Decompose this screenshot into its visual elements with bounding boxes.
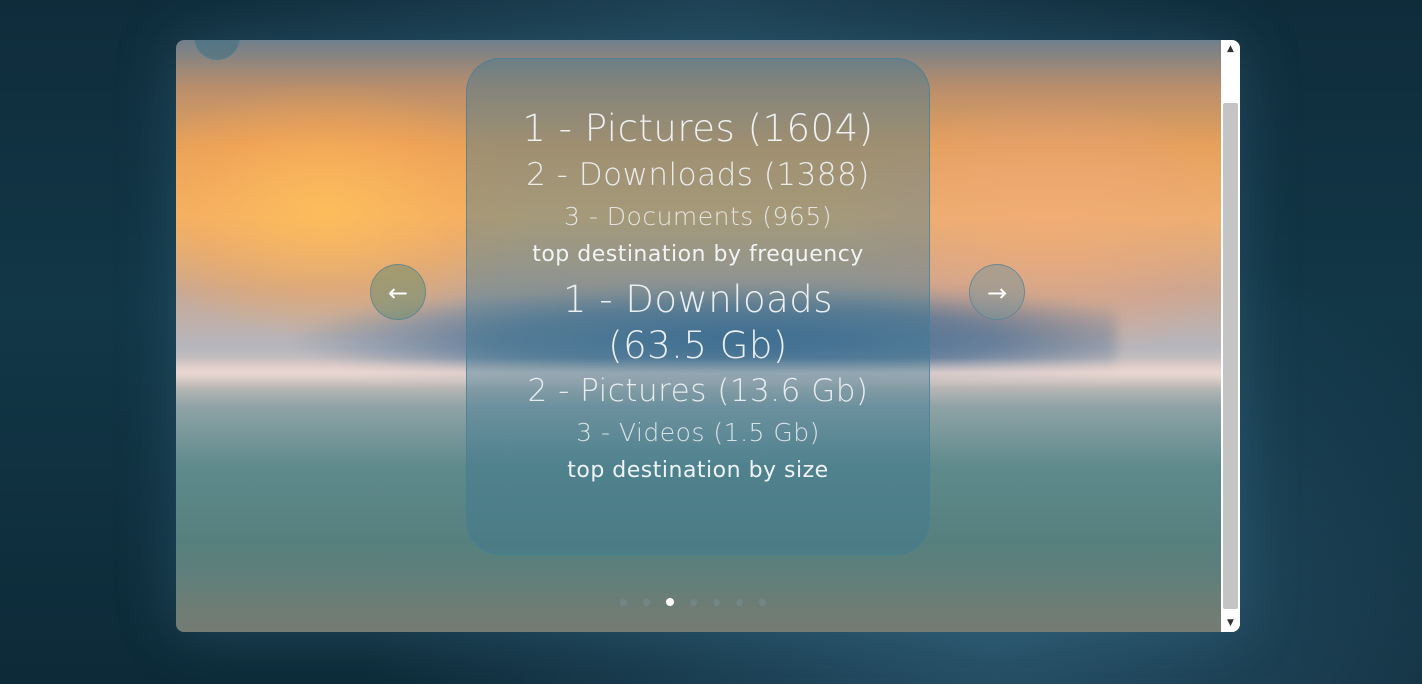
pagination-dot[interactable] [690, 598, 697, 606]
vertical-scrollbar[interactable]: ▲ ▼ [1221, 40, 1240, 632]
arrow-right-icon: → [986, 279, 1008, 307]
pagination-dot[interactable] [666, 598, 674, 606]
pagination-dot[interactable] [643, 598, 650, 606]
pagination-dot[interactable] [736, 598, 743, 606]
previous-slide-button[interactable]: ← [370, 264, 426, 320]
carousel-frame: 1 - Pictures (1604) 2 - Downloads (1388)… [176, 40, 1240, 632]
size-rank-2: 2 - Pictures (13.6 Gb) [527, 373, 869, 409]
background-image: 1 - Pictures (1604) 2 - Downloads (1388)… [176, 40, 1221, 632]
corner-circle-button[interactable] [194, 40, 240, 60]
pagination-dot[interactable] [713, 598, 720, 606]
stats-card: 1 - Pictures (1604) 2 - Downloads (1388)… [466, 58, 930, 555]
frequency-rank-2: 2 - Downloads (1388) [526, 157, 870, 193]
scroll-down-icon[interactable]: ▼ [1221, 614, 1240, 632]
pagination-dot[interactable] [759, 598, 766, 606]
scroll-thumb[interactable] [1223, 103, 1238, 609]
size-rank-3: 3 - Videos (1.5 Gb) [576, 418, 820, 447]
arrow-left-icon: ← [387, 279, 409, 307]
next-slide-button[interactable]: → [969, 264, 1025, 320]
frequency-rank-3: 3 - Documents (965) [563, 202, 833, 231]
pagination-dot[interactable] [620, 598, 627, 606]
pagination-dots [620, 595, 766, 609]
size-rank-1: 1 - Downloads (63.5 Gb) [562, 278, 834, 367]
scroll-up-icon[interactable]: ▲ [1221, 40, 1240, 58]
size-caption: top destination by size [567, 458, 829, 483]
frequency-rank-1: 1 - Pictures (1604) [522, 107, 874, 150]
frequency-caption: top destination by frequency [532, 242, 864, 267]
